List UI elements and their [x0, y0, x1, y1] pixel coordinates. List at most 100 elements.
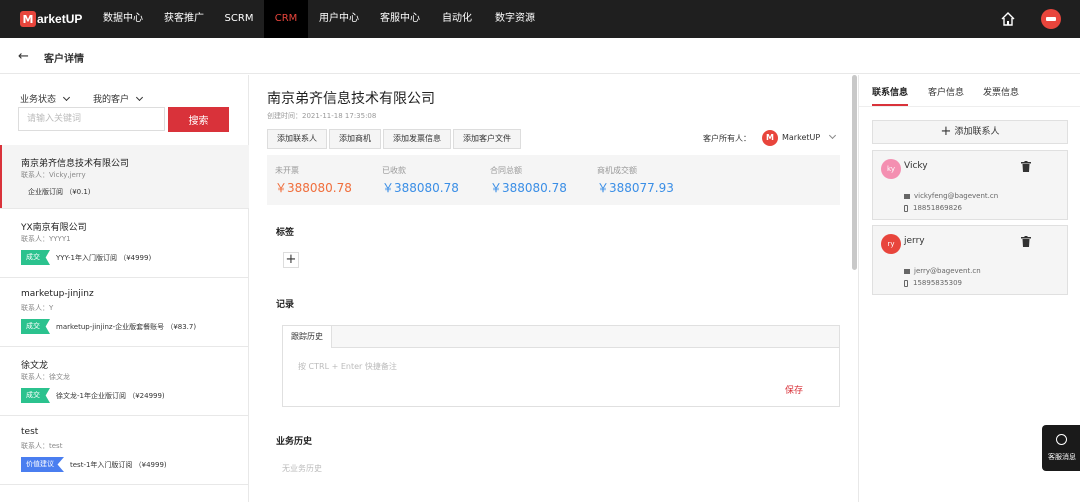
customer-sidebar: 业务状态 我的客户 搜索 南京弟齐信息技术有限公司 联系人：Vicky,jerr…	[0, 75, 249, 502]
contact-card[interactable]: ry jerry jerry@bagevent.cn 15895835309	[872, 225, 1068, 295]
phone-icon	[904, 279, 908, 287]
customer-deal-row: 价值建议 test-1年入门版订阅 （¥4999)	[21, 457, 167, 472]
stat-value: ￥388080.78	[275, 181, 352, 195]
customer-deal-row: 成交 marketup-jinjinz-企业版套餐账号 （¥83.7)	[21, 319, 196, 334]
home-icon[interactable]	[1000, 11, 1016, 27]
nav-data-center[interactable]: 数据中心	[98, 0, 148, 38]
tags-section-title: 标签	[276, 228, 295, 238]
record-editor: 跟踪历史 按 CTRL + Enter 快捷备注 保存	[282, 325, 840, 407]
add-invoice-button[interactable]: 添加发票信息	[383, 129, 451, 149]
contact-phone-row: 15895835309	[904, 279, 962, 287]
divider	[858, 75, 859, 502]
add-file-button[interactable]: 添加客户文件	[453, 129, 521, 149]
scope-filter[interactable]: 我的客户	[93, 92, 144, 105]
contact-avatar: ry	[881, 234, 901, 254]
record-input[interactable]: 按 CTRL + Enter 快捷备注	[298, 361, 397, 372]
status-filter-label: 业务状态	[20, 95, 57, 105]
nav-crm[interactable]: CRM	[264, 0, 308, 38]
nav-automation[interactable]: 自动化	[437, 0, 477, 38]
history-section-title: 业务历史	[276, 437, 313, 447]
back-arrow-icon[interactable]: ←	[18, 49, 29, 64]
stat-value: ￥388077.93	[597, 181, 674, 195]
customer-item[interactable]: marketup-jinjinz 联系人：Y 成交 marketup-jinji…	[0, 278, 249, 347]
add-contact-panel-button[interactable]: + 添加联系人	[872, 120, 1068, 144]
contact-email: jerry@bagevent.cn	[914, 267, 981, 275]
page-header: ← 客户详情	[0, 38, 1080, 74]
owner-avatar: M	[762, 130, 778, 146]
divider	[859, 106, 1080, 107]
customer-service-float-button[interactable]: 客服消息	[1042, 425, 1080, 471]
search-button[interactable]: 搜索	[168, 107, 229, 132]
company-name: 南京弟齐信息技术有限公司	[267, 91, 435, 107]
contact-card[interactable]: ky Vicky vickyfeng@bagevent.cn 188518698…	[872, 150, 1068, 220]
stat-label: 已收款	[382, 166, 406, 175]
search-input[interactable]	[18, 107, 165, 131]
customer-item[interactable]: test 联系人：test 价值建议 test-1年入门版订阅 （¥4999)	[0, 416, 249, 485]
add-tag-button[interactable]: +	[283, 252, 299, 268]
customer-deal: 徐文龙-1年企业版订阅 （¥24999)	[56, 391, 165, 400]
customer-name: 徐文龙	[21, 361, 49, 371]
tab-tracking-history[interactable]: 跟踪历史	[283, 326, 332, 348]
mail-icon	[904, 193, 910, 199]
records-section-title: 记录	[276, 300, 295, 310]
customer-deal-row: 成交 徐文龙-1年企业版订阅 （¥24999)	[21, 388, 165, 403]
stat-label: 商机成交额	[597, 166, 637, 175]
plus-icon: +	[940, 124, 952, 139]
nav-user-center[interactable]: 用户中心	[314, 0, 364, 38]
add-contact-button[interactable]: 添加联系人	[267, 129, 327, 149]
add-opportunity-button[interactable]: 添加商机	[329, 129, 381, 149]
stat-label: 未开票	[275, 166, 299, 175]
add-contact-label: 添加联系人	[954, 127, 1000, 137]
nav-scrm[interactable]: SCRM	[220, 0, 258, 38]
owner-name[interactable]: MarketUP	[782, 133, 820, 142]
customer-item[interactable]: 徐文龙 联系人：徐文龙 成交 徐文龙-1年企业版订阅 （¥24999)	[0, 347, 249, 416]
chevron-down-icon	[62, 93, 71, 102]
stat-contract-total: 合同总额 ￥388080.78	[490, 165, 567, 196]
nav-digital-resources[interactable]: 数字资源	[490, 0, 540, 38]
nav-service-center[interactable]: 客服中心	[375, 0, 425, 38]
chevron-down-icon[interactable]	[828, 131, 837, 140]
contact-email: vickyfeng@bagevent.cn	[914, 192, 999, 200]
customer-deal: 企业版订阅 （¥0.1)	[28, 188, 91, 196]
stats-panel: 未开票 ￥388080.78 已收款 ￥388080.78 合同总额 ￥3880…	[267, 155, 840, 205]
deal-status-tag: 成交	[21, 250, 50, 265]
customer-item[interactable]: YX南京有限公司 联系人：YYYY1 成交 YYY-1年入门版订阅 （¥4999…	[0, 209, 249, 278]
stat-value: ￥388080.78	[382, 181, 459, 195]
contact-name: jerry	[904, 236, 925, 246]
stat-value: ￥388080.78	[490, 181, 567, 195]
customer-contact: 联系人：Y	[21, 304, 54, 312]
contact-avatar: ky	[881, 159, 901, 179]
customer-list: 南京弟齐信息技术有限公司 联系人：Vicky,jerry 企业版订阅 （¥0.1…	[0, 145, 249, 485]
contact-email-row: jerry@bagevent.cn	[904, 267, 981, 275]
tab-customer-info[interactable]: 客户信息	[928, 85, 964, 98]
tab-contact-info[interactable]: 联系信息	[872, 85, 908, 98]
record-tabbar: 跟踪历史	[283, 326, 839, 348]
float-service-label: 客服消息	[1048, 453, 1076, 461]
trash-icon[interactable]	[1021, 236, 1031, 247]
trash-icon[interactable]	[1021, 161, 1031, 172]
customer-contact: 联系人：YYYY1	[21, 235, 71, 243]
tab-invoice-info[interactable]: 发票信息	[983, 85, 1019, 98]
phone-icon	[904, 204, 908, 212]
customer-name: marketup-jinjinz	[21, 289, 94, 299]
customer-item[interactable]: 南京弟齐信息技术有限公司 联系人：Vicky,jerry 企业版订阅 （¥0.1…	[0, 145, 249, 209]
status-filter[interactable]: 业务状态	[20, 92, 71, 105]
customer-deal-row: 成交 YYY-1年入门版订阅 （¥4999)	[21, 250, 151, 265]
empty-history: 无业务历史	[282, 464, 322, 473]
user-avatar[interactable]	[1041, 9, 1061, 29]
marketup-logo[interactable]: M arketUP	[20, 10, 82, 28]
scope-filter-label: 我的客户	[93, 95, 130, 105]
contact-email-row: vickyfeng@bagevent.cn	[904, 192, 998, 200]
created-time: 创建时间：2021-11-18 17:35:08	[267, 112, 377, 120]
nav-acquisition[interactable]: 获客推广	[158, 0, 210, 38]
deal-status-tag: 价值建议	[21, 457, 64, 472]
scrollbar[interactable]	[852, 75, 857, 270]
contact-phone-row: 18851869826	[904, 204, 962, 212]
deal-status-tag: 成交	[21, 319, 50, 334]
stat-opportunity-total: 商机成交额 ￥388077.93	[597, 165, 674, 196]
contact-phone: 15895835309	[913, 279, 962, 287]
save-button[interactable]: 保存	[785, 383, 803, 396]
action-bar: 添加联系人 添加商机 添加发票信息 添加客户文件	[267, 129, 523, 149]
page-title: 客户详情	[44, 54, 84, 65]
top-nav: M arketUP 数据中心 获客推广 SCRM CRM 用户中心 客服中心 自…	[0, 0, 1080, 38]
